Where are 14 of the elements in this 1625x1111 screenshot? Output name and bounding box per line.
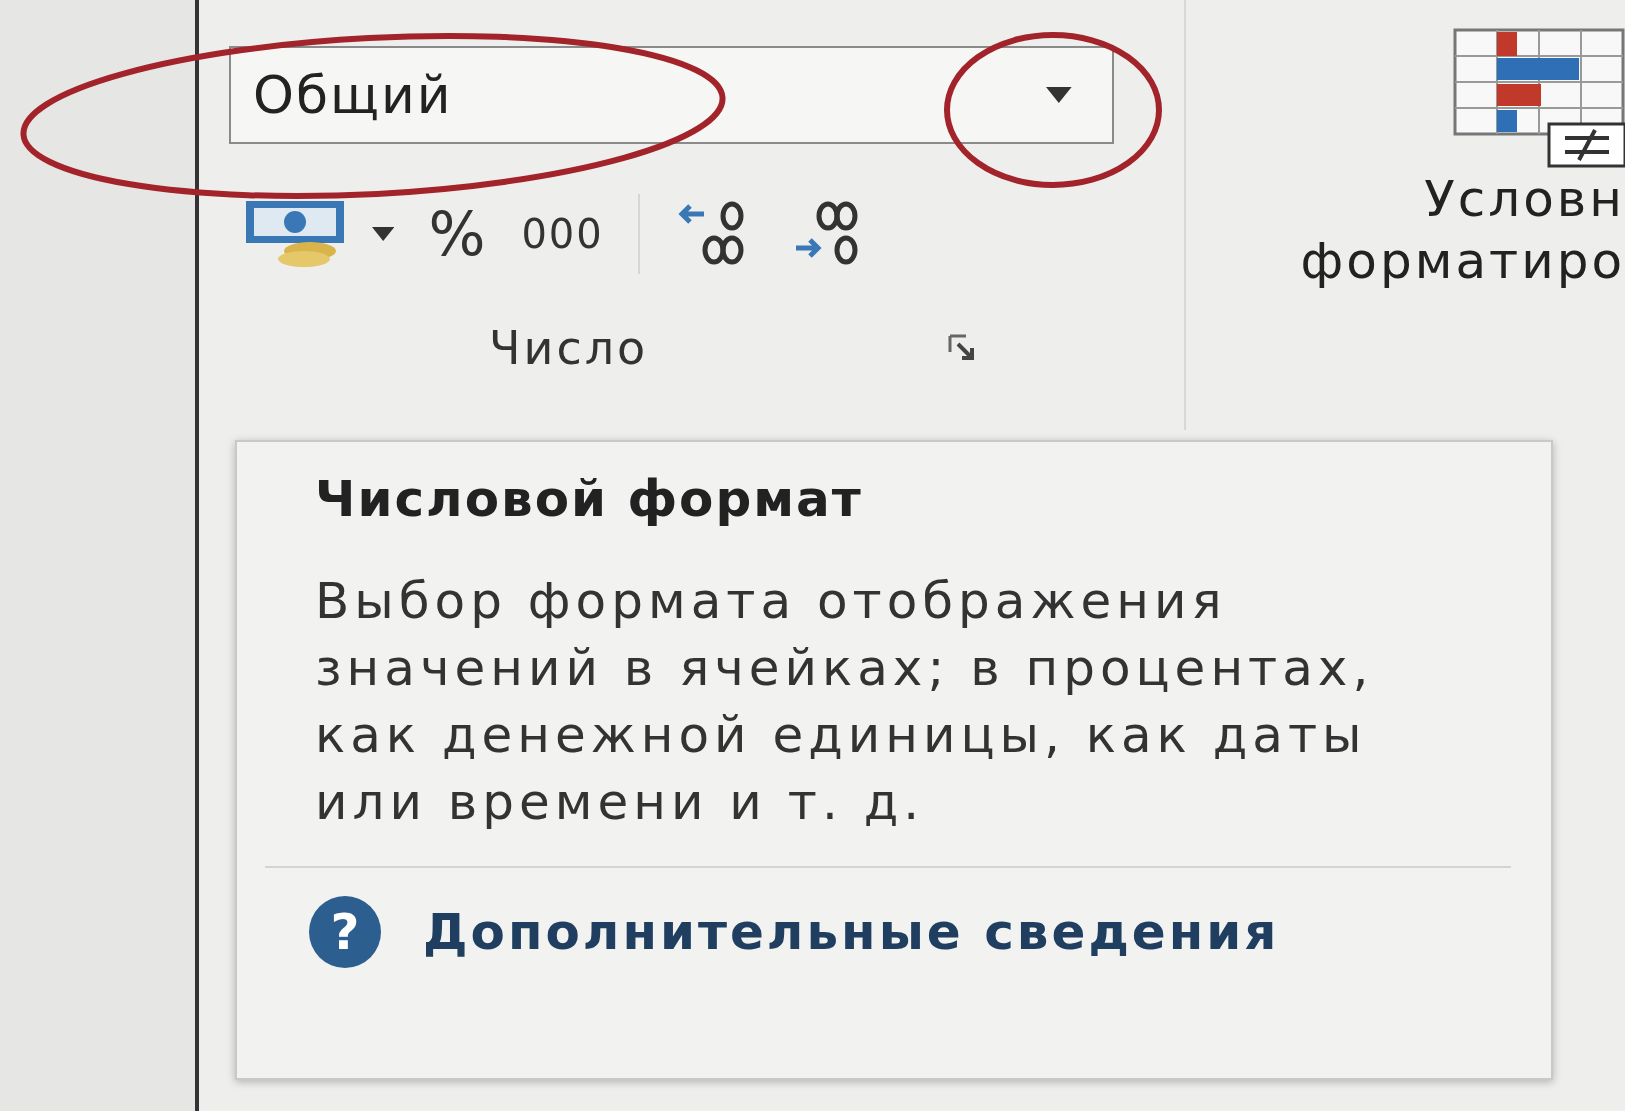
conditional-formatting-button[interactable]: Условн форматиро bbox=[1300, 28, 1625, 292]
group-label: Число bbox=[489, 321, 649, 375]
format-button[interactable]: % bbox=[428, 199, 488, 269]
dialog-launcher-icon[interactable] bbox=[948, 334, 977, 362]
caret-icon bbox=[1046, 87, 1072, 103]
number-format-dropdown[interactable]: Общий bbox=[229, 46, 1114, 144]
format-button[interactable]: 000 bbox=[521, 211, 604, 257]
tooltip-text: Выбор формата отображения значений в ячейках; в процентах, как денежной единицы, как даты или времени и т. д. bbox=[315, 571, 1375, 833]
dropdown-value: Общий bbox=[253, 65, 453, 125]
tooltip-title: Числовой формат bbox=[315, 470, 864, 528]
currency-format-button[interactable] bbox=[244, 199, 395, 269]
caret-icon bbox=[372, 227, 395, 241]
more-info-link[interactable]: Дополнительные сведения bbox=[423, 903, 1280, 961]
help-icon: ? bbox=[309, 896, 381, 968]
